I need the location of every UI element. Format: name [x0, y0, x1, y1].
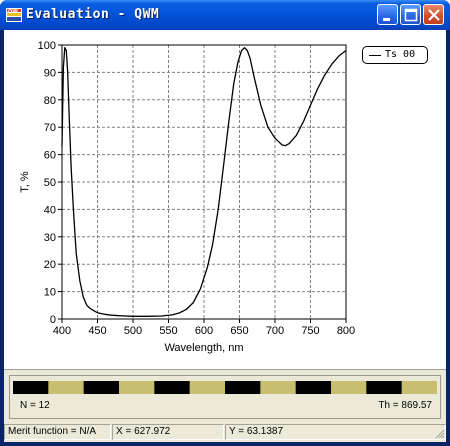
layer-count-label: N = 12 — [20, 400, 50, 411]
layer-segment — [401, 381, 437, 394]
y-tick-label: 0 — [50, 314, 56, 326]
maximize-icon — [404, 8, 418, 22]
thickness-label: Th = 869.57 — [378, 400, 432, 411]
x-tick-label: 500 — [124, 325, 142, 337]
x-axis-label: Wavelength, nm — [164, 342, 243, 354]
close-button[interactable] — [423, 4, 444, 25]
y-coordinate-status: Y = 63.1387 — [225, 424, 446, 440]
y-axis-label: T, % — [19, 171, 31, 193]
y-tick-label: 20 — [44, 259, 56, 271]
status-bar: Merit function = N/A X = 627.972 Y = 63.… — [4, 424, 446, 440]
y-tick-label: 60 — [44, 150, 56, 162]
chart-legend: Ts 00 — [362, 46, 428, 64]
layer-segment — [83, 381, 120, 394]
close-icon — [428, 9, 440, 21]
layer-segment — [189, 381, 226, 394]
y-tick-label: 50 — [44, 177, 56, 189]
layer-segment — [13, 381, 49, 394]
layer-segment — [48, 381, 85, 394]
y-tick-label: 80 — [44, 95, 56, 107]
legend-label: Ts 00 — [385, 49, 416, 60]
merit-function-status: Merit function = N/A — [4, 424, 111, 440]
x-tick-label: 750 — [301, 325, 319, 337]
layer-segment — [366, 381, 403, 394]
minimize-button[interactable] — [377, 4, 398, 25]
y-tick-label: 90 — [44, 67, 56, 79]
x-coordinate-status: X = 627.972 — [112, 424, 224, 440]
layer-segment — [331, 381, 367, 394]
layer-structure-panel: N = 12 Th = 869.57 — [9, 375, 441, 419]
y-tick-label: 100 — [38, 40, 56, 52]
x-tick-label: 550 — [159, 325, 177, 337]
minimize-icon — [383, 18, 390, 21]
legend-line-swatch — [369, 55, 381, 56]
x-tick-label: 700 — [266, 325, 284, 337]
x-tick-label: 600 — [195, 325, 213, 337]
x-tick-label: 400 — [53, 325, 71, 337]
plot-panel[interactable]: 400 450 500 550 600 650 700 750 800 0 10 20 30 40 50 60… — [4, 30, 446, 370]
layer-segment — [260, 381, 297, 394]
layer-segment — [295, 381, 332, 394]
layer-strip[interactable] — [13, 381, 437, 394]
transmittance-chart[interactable]: 400 450 500 550 600 650 700 750 800 0 10 20 30 40 50 60… — [4, 30, 446, 370]
x-tick-label: 800 — [337, 325, 355, 337]
x-tick-label: 650 — [230, 325, 248, 337]
y-tick-label: 40 — [44, 204, 56, 216]
layer-segment — [225, 381, 261, 394]
maximize-button[interactable] — [400, 4, 421, 25]
y-tick-label: 10 — [44, 287, 56, 299]
x-tick-label: 450 — [88, 325, 106, 337]
evaluation-window: QW Evaluation - QWM 400 450 500 550 600 650 70… — [0, 0, 450, 446]
y-tick-label: 30 — [44, 232, 56, 244]
svg-text:QW: QW — [8, 9, 18, 15]
app-logo-icon: QW — [6, 8, 22, 22]
y-tick-label: 70 — [44, 122, 56, 134]
title-bar[interactable]: QW Evaluation - QWM — [0, 0, 450, 30]
layer-segment — [154, 381, 191, 394]
resize-grip-icon[interactable] — [433, 427, 445, 439]
client-area: 400 450 500 550 600 650 700 750 800 0 10 20 30 40 50 60… — [4, 30, 446, 442]
layer-segment — [119, 381, 155, 394]
window-title: Evaluation - QWM — [26, 7, 160, 22]
